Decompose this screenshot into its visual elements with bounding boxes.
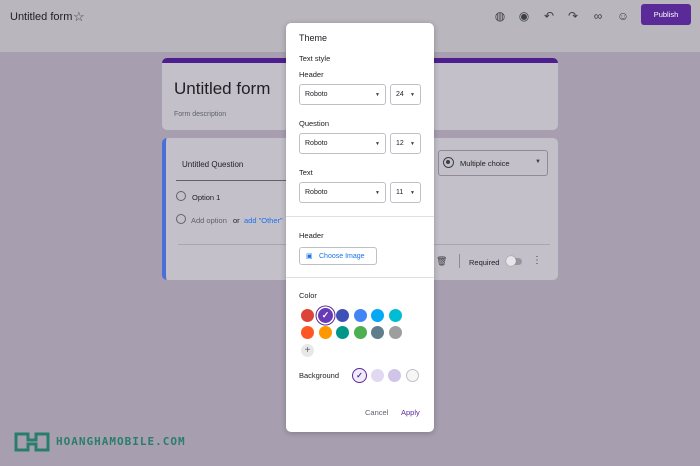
required-toggle[interactable] [506,256,522,266]
background-label: Background [299,371,340,380]
color-swatch-indigo[interactable] [336,309,349,322]
text-size-value: 11 [396,189,404,196]
header-font-value: Roboto [305,91,328,98]
check-icon: ✓ [321,310,330,320]
trash-icon[interactable]: 🗑 [436,256,447,267]
question-underline [176,180,290,181]
header-image-label: Header [299,231,324,240]
color-swatch-grey[interactable] [389,326,402,339]
add-collaborator-icon[interactable]: ☺ [615,8,631,24]
form-title[interactable]: Untitled form [10,11,72,23]
caret-down-icon: ▼ [375,141,380,147]
color-swatch-light-blue[interactable] [371,309,384,322]
add-option-link[interactable]: Add option [191,216,227,225]
caret-down-icon: ▼ [375,190,380,196]
divider [286,277,434,278]
add-option-radio [176,214,186,224]
background-swatch-dark[interactable] [388,369,401,382]
watermark-logo [14,432,50,452]
theme-panel: Theme Text style Header Roboto ▼ 24 ▼ Ques… [286,23,434,432]
color-swatch-deep-orange[interactable] [301,326,314,339]
radio-icon [443,157,454,168]
caret-down-icon: ▼ [410,190,415,196]
apply-button[interactable]: Apply [401,408,420,417]
color-swatch-blue-grey[interactable] [371,326,384,339]
header-size-value: 24 [396,91,404,98]
add-other-link[interactable]: add "Other" [244,216,283,225]
caret-down-icon: ▼ [535,159,541,165]
color-swatch-red[interactable] [301,309,314,322]
caret-down-icon: ▼ [410,92,415,98]
publish-button[interactable]: Publish [641,4,691,25]
color-swatch-purple[interactable]: ✓ [318,308,333,323]
preview-icon[interactable]: ◉ [516,8,532,24]
color-swatch-teal[interactable] [336,326,349,339]
required-label: Required [469,258,500,267]
more-vert-icon[interactable]: ⋮ [532,255,542,266]
choose-image-button[interactable]: ▣ Choose Image [299,247,377,265]
question-font-label: Question [299,119,330,128]
cancel-button[interactable]: Cancel [365,408,388,417]
text-style-heading: Text style [299,54,331,63]
option-1-field[interactable]: Option 1 [192,193,220,202]
color-swatch-green[interactable] [354,326,367,339]
form-title-field[interactable]: Untitled form [174,79,270,99]
color-label: Color [299,291,317,300]
image-icon: ▣ [306,253,313,260]
choose-image-label: Choose Image [319,253,365,260]
caret-down-icon: ▼ [375,92,380,98]
watermark-text: HOANGHAMOBILE.COM [56,435,186,448]
text-font-label: Text [299,168,313,177]
color-swatch-blue[interactable] [354,309,367,322]
background-swatch-grey[interactable] [406,369,419,382]
or-text: or [233,216,240,225]
color-swatch-cyan[interactable] [389,309,402,322]
undo-icon[interactable]: ↶ [541,8,557,24]
header-font-label: Header [299,70,324,79]
color-swatch-orange[interactable] [319,326,332,339]
star-icon[interactable]: ☆ [73,9,85,25]
option-radio [176,191,186,201]
question-font-select[interactable]: Roboto ▼ [299,133,386,154]
caret-down-icon: ▼ [410,141,415,147]
panel-title: Theme [299,33,328,43]
question-size-value: 12 [396,140,404,147]
divider [459,254,460,268]
header-size-select[interactable]: 24 ▼ [390,84,421,105]
question-title-field[interactable]: Untitled Question [182,160,243,169]
divider [286,216,434,217]
redo-icon[interactable]: ↷ [565,8,581,24]
add-custom-color-button[interactable]: + [301,344,314,357]
question-font-value: Roboto [305,140,328,147]
question-type-select[interactable]: Multiple choice ▼ [438,150,548,176]
background-swatch-light[interactable]: ✓ [353,369,366,382]
text-size-select[interactable]: 11 ▼ [390,182,421,203]
palette-icon[interactable]: ◍ [492,8,508,24]
question-type-label: Multiple choice [460,159,510,168]
text-font-value: Roboto [305,189,328,196]
header-font-select[interactable]: Roboto ▼ [299,84,386,105]
link-icon[interactable]: ∞ [590,8,606,24]
background-swatch-medium[interactable] [371,369,384,382]
form-description-field[interactable]: Form description [174,111,226,118]
question-size-select[interactable]: 12 ▼ [390,133,421,154]
text-font-select[interactable]: Roboto ▼ [299,182,386,203]
